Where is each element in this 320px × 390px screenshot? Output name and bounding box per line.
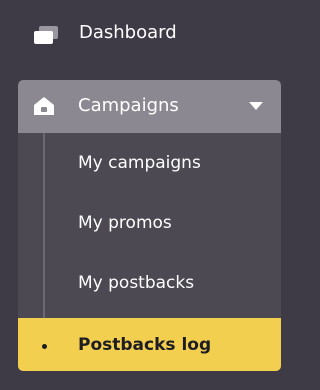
campaigns-group: Campaigns My campaigns My promos My post… [18, 80, 281, 371]
sidebar-item-my-postbacks[interactable]: My postbacks [18, 253, 281, 313]
bullet-icon [42, 344, 47, 349]
sidebar-item-label: My promos [78, 213, 172, 233]
chevron-down-icon[interactable] [248, 100, 264, 112]
sidebar-item-campaigns[interactable]: Campaigns [18, 80, 281, 133]
sidebar-item-my-campaigns[interactable]: My campaigns [18, 133, 281, 193]
sidebar-nav: Dashboard [0, 0, 301, 70]
campaigns-label: Campaigns [78, 95, 179, 116]
sidebar-item-label: My postbacks [78, 273, 195, 293]
sidebar-item-label: Dashboard [79, 22, 177, 43]
sidebar-item-label: My campaigns [78, 153, 201, 173]
home-icon [34, 97, 54, 115]
sidebar-item-postbacks-log[interactable]: Postbacks log [18, 318, 281, 371]
dashboard-icon [34, 26, 58, 44]
sidebar-item-my-promos[interactable]: My promos [18, 193, 281, 253]
sidebar-item-dashboard[interactable]: Dashboard [0, 10, 301, 58]
sidebar-item-label: Postbacks log [78, 335, 212, 355]
